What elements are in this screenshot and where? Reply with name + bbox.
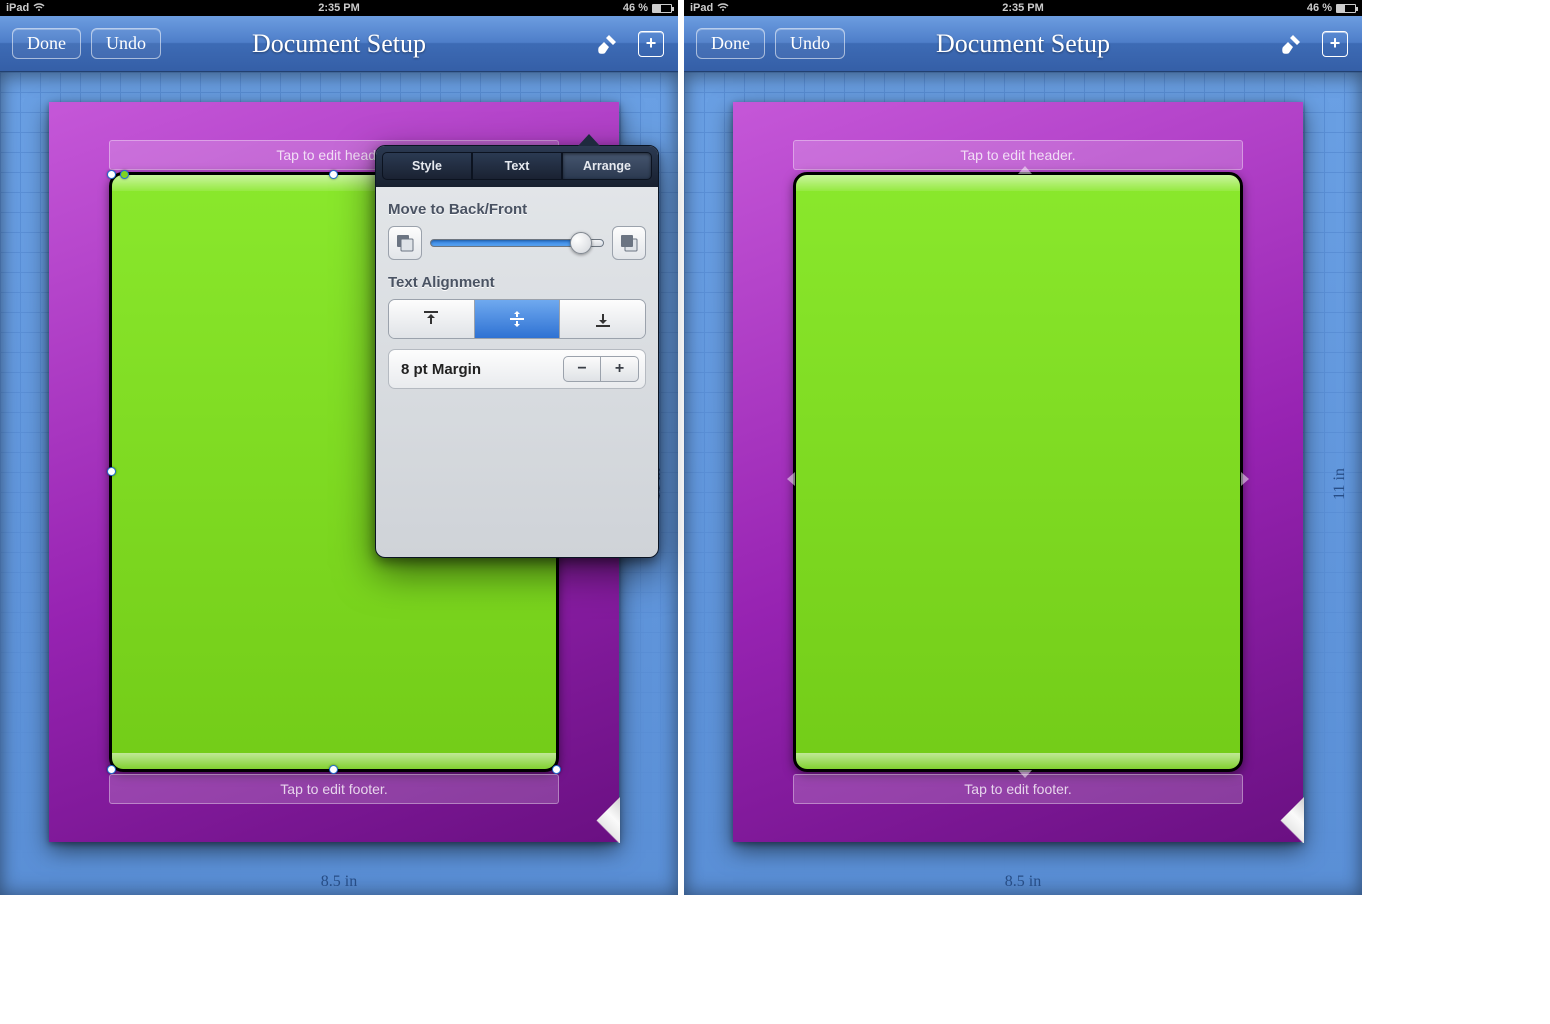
selection-handle[interactable] xyxy=(120,170,129,179)
add-button[interactable]: + xyxy=(1320,29,1350,59)
selection-handle[interactable] xyxy=(107,170,116,179)
plus-icon: + xyxy=(638,31,664,57)
align-middle-button[interactable] xyxy=(475,300,561,338)
device-label: iPad xyxy=(6,2,29,14)
footer-field[interactable]: Tap to edit footer. xyxy=(793,774,1243,804)
wifi-icon xyxy=(33,2,45,15)
inspector-popover: Style Text Arrange Move to Back/Front xyxy=(375,145,659,558)
stepper-plus-button[interactable]: + xyxy=(601,356,639,382)
battery-icon xyxy=(652,4,672,13)
canvas[interactable]: Tap to edit header. Tap to edit footer. xyxy=(0,72,678,895)
status-bar: iPad 2:35 PM 46 % xyxy=(684,0,1362,16)
clock: 2:35 PM xyxy=(1002,2,1044,14)
device-label: iPad xyxy=(690,2,713,14)
document-page[interactable]: Tap to edit header. Tap to edit footer. xyxy=(733,102,1303,842)
text-alignment-label: Text Alignment xyxy=(388,274,646,291)
paintbrush-icon[interactable] xyxy=(1276,29,1306,59)
footer-field[interactable]: Tap to edit footer. xyxy=(109,774,559,804)
selection-handle[interactable] xyxy=(107,467,116,476)
page-curl-icon xyxy=(1258,797,1304,843)
selection-handle[interactable] xyxy=(552,765,561,774)
margin-guide-left-icon[interactable] xyxy=(787,472,795,486)
battery-pct: 46 % xyxy=(623,2,648,14)
selection-handle[interactable] xyxy=(329,765,338,774)
clock: 2:35 PM xyxy=(318,2,360,14)
done-button[interactable]: Done xyxy=(696,28,765,59)
canvas[interactable]: Tap to edit header. Tap to edit footer. … xyxy=(684,72,1362,895)
body-shape[interactable] xyxy=(793,172,1243,772)
done-button[interactable]: Done xyxy=(12,28,81,59)
toolbar: Done Undo Document Setup + xyxy=(684,16,1362,72)
status-bar: iPad 2:35 PM 46 % xyxy=(0,0,678,16)
margin-row: 8 pt Margin − + xyxy=(388,349,646,389)
margin-guide-right-icon[interactable] xyxy=(1241,472,1249,486)
margin-guide-top-icon[interactable] xyxy=(1018,166,1032,174)
stepper-minus-button[interactable]: − xyxy=(563,356,601,382)
move-to-front-button[interactable] xyxy=(612,226,646,260)
tab-style[interactable]: Style xyxy=(382,152,472,180)
battery-pct: 46 % xyxy=(1307,2,1332,14)
height-ruler-label: 11 in xyxy=(1331,468,1349,500)
left-screenshot: iPad 2:35 PM 46 % Done Undo Document Set… xyxy=(0,0,678,895)
move-to-back-button[interactable] xyxy=(388,226,422,260)
paintbrush-icon[interactable] xyxy=(592,29,622,59)
width-ruler-label: 8.5 in xyxy=(1005,873,1041,891)
selection-handle[interactable] xyxy=(107,765,116,774)
margin-stepper: − + xyxy=(563,356,639,382)
right-screenshot: iPad 2:35 PM 46 % Done Undo Document Set… xyxy=(684,0,1362,895)
undo-button[interactable]: Undo xyxy=(775,28,845,59)
undo-button[interactable]: Undo xyxy=(91,28,161,59)
add-button[interactable]: + xyxy=(636,29,666,59)
align-top-button[interactable] xyxy=(389,300,475,338)
slider-thumb[interactable] xyxy=(570,232,592,254)
move-backfront-label: Move to Back/Front xyxy=(388,201,646,218)
tab-arrange[interactable]: Arrange xyxy=(562,152,652,180)
tab-text[interactable]: Text xyxy=(472,152,562,180)
page-title: Document Setup xyxy=(936,29,1110,59)
width-ruler-label: 8.5 in xyxy=(321,873,357,891)
page-curl-icon xyxy=(574,797,620,843)
selection-handle[interactable] xyxy=(329,170,338,179)
page-title: Document Setup xyxy=(252,29,426,59)
inspector-tabs: Style Text Arrange xyxy=(376,146,658,187)
wifi-icon xyxy=(717,2,729,15)
margin-label: 8 pt Margin xyxy=(401,361,563,378)
z-order-slider[interactable] xyxy=(430,230,604,256)
battery-icon xyxy=(1336,4,1356,13)
align-bottom-button[interactable] xyxy=(560,300,645,338)
plus-icon: + xyxy=(1322,31,1348,57)
toolbar: Done Undo Document Setup + xyxy=(0,16,678,72)
